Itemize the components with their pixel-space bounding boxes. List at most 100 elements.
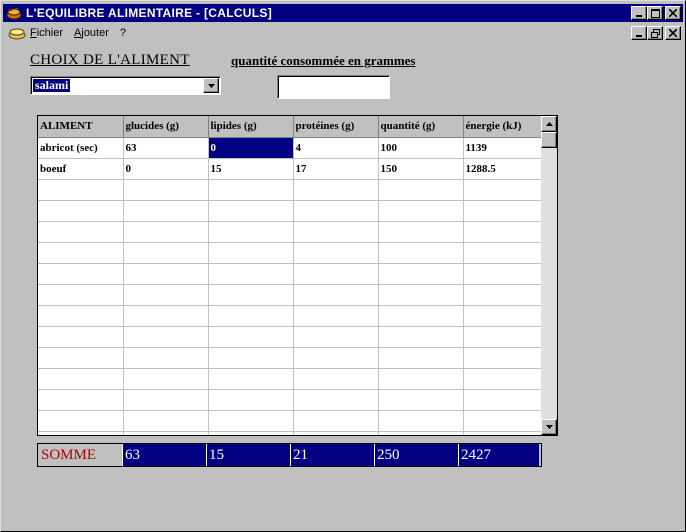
table-cell[interactable] — [208, 242, 294, 264]
maximize-button[interactable] — [647, 6, 663, 20]
table-cell[interactable] — [463, 389, 543, 411]
table-cell[interactable] — [123, 200, 209, 222]
table-cell[interactable] — [208, 326, 294, 348]
table-row[interactable] — [38, 347, 543, 369]
table-cell[interactable] — [38, 305, 124, 327]
table-cell[interactable] — [463, 368, 543, 390]
table-cell[interactable] — [463, 305, 543, 327]
col-header-aliment[interactable]: ALIMENT — [38, 116, 124, 138]
table-cell[interactable] — [378, 389, 464, 411]
table-cell[interactable] — [378, 263, 464, 285]
col-header-energie[interactable]: énergie (kJ) — [463, 116, 543, 138]
table-cell[interactable] — [463, 242, 543, 264]
table-cell[interactable]: 1288.5 — [463, 158, 543, 180]
table-cell[interactable] — [208, 431, 294, 435]
col-header-quantite[interactable]: quantité (g) — [378, 116, 464, 138]
table-cell[interactable] — [378, 221, 464, 243]
table-cell[interactable] — [208, 179, 294, 201]
table-cell[interactable] — [38, 242, 124, 264]
table-cell[interactable] — [463, 221, 543, 243]
table-cell[interactable] — [123, 263, 209, 285]
table-cell[interactable]: boeuf — [38, 158, 124, 180]
table-cell[interactable] — [208, 347, 294, 369]
table-cell[interactable] — [208, 284, 294, 306]
table-cell[interactable] — [123, 179, 209, 201]
table-cell[interactable] — [293, 410, 379, 432]
table-cell[interactable] — [378, 179, 464, 201]
scroll-up-button[interactable] — [541, 116, 557, 132]
table-cell[interactable]: 1139 — [463, 137, 543, 159]
table-cell[interactable] — [38, 179, 124, 201]
table-cell[interactable] — [463, 431, 543, 435]
table-cell[interactable]: 4 — [293, 137, 379, 159]
menu-fichier[interactable]: Fichier — [30, 27, 63, 39]
table-row[interactable] — [38, 389, 543, 411]
menu-help[interactable]: ? — [120, 27, 126, 39]
table-row[interactable]: boeuf 0 15 17 150 1288.5 — [38, 158, 543, 180]
table-cell[interactable] — [123, 221, 209, 243]
table-cell[interactable] — [208, 389, 294, 411]
table-cell[interactable] — [378, 200, 464, 222]
table-row[interactable] — [38, 242, 543, 264]
table-cell[interactable] — [208, 200, 294, 222]
table-cell[interactable] — [38, 221, 124, 243]
title-bar[interactable]: L'EQUILIBRE ALIMENTAIRE - [CALCULS] — [3, 4, 683, 22]
table-cell[interactable]: 17 — [293, 158, 379, 180]
table-row[interactable] — [38, 305, 543, 327]
table-cell[interactable] — [293, 242, 379, 264]
table-cell[interactable] — [293, 179, 379, 201]
table-cell[interactable] — [463, 263, 543, 285]
table-row[interactable] — [38, 326, 543, 348]
food-select-dropdown-button[interactable] — [203, 78, 219, 93]
document-icon[interactable] — [8, 26, 26, 40]
vertical-scrollbar[interactable] — [541, 116, 557, 435]
table-cell[interactable] — [123, 347, 209, 369]
table-cell[interactable] — [463, 410, 543, 432]
table-row[interactable] — [38, 263, 543, 285]
table-cell[interactable] — [38, 389, 124, 411]
table-cell[interactable] — [293, 305, 379, 327]
menu-ajouter[interactable]: Ajouter — [74, 27, 109, 39]
table-cell[interactable] — [293, 200, 379, 222]
table-cell[interactable] — [293, 389, 379, 411]
table-cell[interactable] — [463, 284, 543, 306]
table-cell[interactable]: 0 — [123, 158, 209, 180]
table-row[interactable] — [38, 200, 543, 222]
table-cell[interactable] — [378, 305, 464, 327]
table-cell[interactable] — [293, 368, 379, 390]
mdi-restore-button[interactable] — [647, 26, 663, 40]
scroll-thumb[interactable] — [541, 132, 557, 148]
table-cell[interactable] — [123, 326, 209, 348]
table-row[interactable] — [38, 284, 543, 306]
table-cell[interactable] — [38, 284, 124, 306]
table-row[interactable] — [38, 368, 543, 390]
table-cell[interactable] — [463, 200, 543, 222]
scroll-down-button[interactable] — [541, 419, 557, 435]
table-cell[interactable] — [208, 305, 294, 327]
table-cell[interactable] — [293, 284, 379, 306]
table-cell[interactable] — [123, 284, 209, 306]
table-cell[interactable] — [38, 200, 124, 222]
table-cell[interactable] — [208, 410, 294, 432]
table-cell[interactable] — [123, 305, 209, 327]
table-cell[interactable]: 63 — [123, 137, 209, 159]
table-cell[interactable] — [463, 179, 543, 201]
table-cell[interactable] — [378, 368, 464, 390]
table-cell[interactable] — [123, 389, 209, 411]
table-cell[interactable] — [293, 431, 379, 435]
table-cell[interactable] — [463, 347, 543, 369]
table-cell[interactable] — [38, 263, 124, 285]
table-cell[interactable] — [38, 368, 124, 390]
table-cell[interactable] — [378, 326, 464, 348]
table-row[interactable] — [38, 410, 543, 432]
mdi-minimize-button[interactable] — [631, 26, 647, 40]
table-cell[interactable] — [208, 221, 294, 243]
table-cell[interactable] — [378, 347, 464, 369]
table-cell[interactable] — [293, 263, 379, 285]
table-row[interactable] — [38, 431, 543, 435]
table-cell[interactable] — [38, 410, 124, 432]
table-cell[interactable]: abricot (sec) — [38, 137, 124, 159]
table-row[interactable]: abricot (sec) 63 0 4 100 1139 — [38, 137, 543, 159]
table-row[interactable] — [38, 221, 543, 243]
table-cell[interactable] — [378, 431, 464, 435]
